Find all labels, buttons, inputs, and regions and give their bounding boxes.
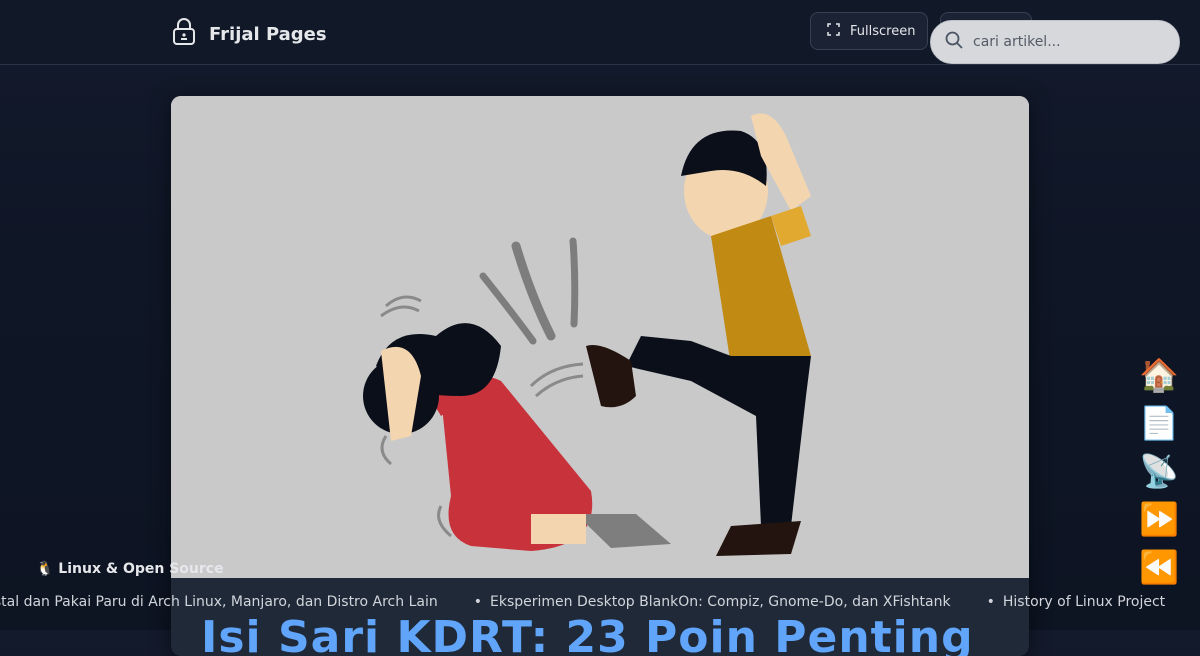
ticker-link[interactable]: History of Linux Project xyxy=(1003,594,1165,610)
site-name: Frijal Pages xyxy=(209,23,327,45)
search-input[interactable] xyxy=(971,33,1165,51)
fullscreen-label: Fullscreen xyxy=(850,23,916,39)
fullscreen-button[interactable]: Fullscreen xyxy=(810,12,928,50)
brand-link[interactable]: Frijal Pages xyxy=(171,18,327,50)
expand-icon xyxy=(827,22,840,40)
news-ticker: nstal dan Pakai Paru di Arch Linux, Manj… xyxy=(0,586,1200,620)
satellite-dish-icon[interactable]: 📡 xyxy=(1139,452,1179,490)
ticker-track: nstal dan Pakai Paru di Arch Linux, Manj… xyxy=(0,594,1165,610)
floating-nav: 🏠 📄 📡 ⏩ ⏪ xyxy=(1139,356,1183,586)
article-illustration xyxy=(171,96,1029,578)
fast-forward-icon[interactable]: ⏩ xyxy=(1139,500,1179,538)
rewind-icon[interactable]: ⏪ xyxy=(1139,548,1179,586)
bullet-icon: • xyxy=(473,594,482,610)
article-card[interactable]: Isi Sari KDRT: 23 Poin Penting xyxy=(171,96,1029,656)
lock-icon xyxy=(171,18,197,50)
ticker-link[interactable]: nstal dan Pakai Paru di Arch Linux, Manj… xyxy=(0,594,438,610)
ticker-heading: 🐧 Linux & Open Source xyxy=(36,561,224,577)
search-icon xyxy=(945,31,963,53)
bullet-icon: • xyxy=(986,594,995,610)
document-icon[interactable]: 📄 xyxy=(1139,404,1179,442)
house-icon[interactable]: 🏠 xyxy=(1139,356,1179,394)
search-box[interactable] xyxy=(930,20,1180,64)
ticker-link[interactable]: Eksperimen Desktop BlankOn: Compiz, Gnom… xyxy=(490,594,951,610)
